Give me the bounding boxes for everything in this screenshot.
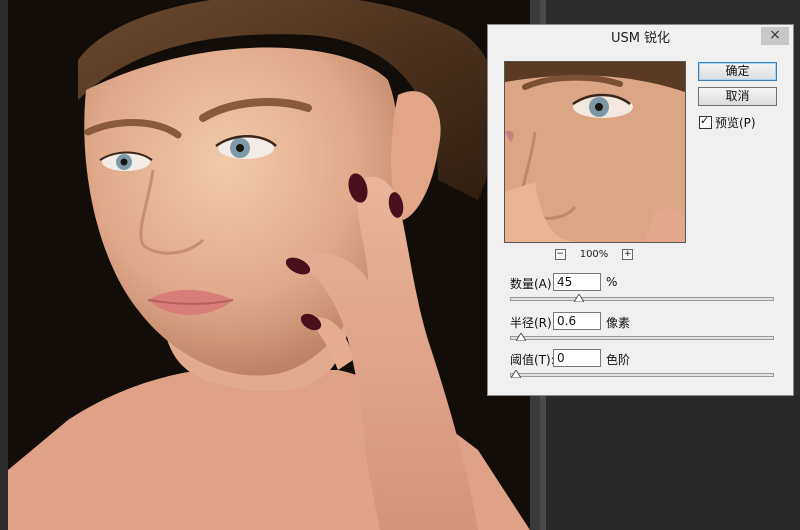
threshold-label: 阈值(T):: [510, 353, 555, 367]
preview-zoom-controls: − 100% +: [504, 247, 684, 261]
cancel-button[interactable]: 取消: [698, 87, 777, 106]
amount-unit: %: [606, 275, 618, 289]
zoom-level: 100%: [579, 248, 609, 260]
threshold-slider[interactable]: [510, 370, 774, 378]
portrait-photo: [8, 0, 530, 530]
close-button[interactable]: ×: [761, 27, 789, 45]
unsharp-mask-dialog: USM 锐化 × − 100% + 确定 取消 预览(P) 数量(A): %: [487, 24, 794, 396]
radius-unit: 像素: [606, 316, 631, 330]
dialog-title: USM 锐化: [488, 25, 793, 53]
radius-slider[interactable]: [510, 333, 774, 341]
workspace-panel: [546, 395, 800, 530]
radius-input[interactable]: [553, 312, 601, 330]
zoom-out-button[interactable]: −: [554, 248, 566, 260]
preview-checkbox-label: 预览(P): [715, 116, 756, 130]
preview-toggle[interactable]: 预览(P): [699, 114, 756, 131]
amount-input[interactable]: [553, 273, 601, 291]
preview-image: [505, 62, 685, 242]
preview-checkbox[interactable]: [699, 114, 712, 129]
document-canvas[interactable]: [8, 0, 530, 530]
zoom-in-button[interactable]: +: [622, 248, 634, 260]
threshold-input[interactable]: [553, 349, 601, 367]
filter-preview-thumbnail[interactable]: [504, 61, 686, 243]
amount-slider-thumb[interactable]: [574, 294, 584, 302]
amount-label: 数量(A):: [510, 277, 556, 291]
radius-slider-thumb[interactable]: [516, 333, 526, 341]
threshold-unit: 色阶: [606, 353, 631, 367]
amount-slider[interactable]: [510, 294, 774, 302]
ok-button[interactable]: 确定: [698, 62, 777, 81]
radius-label: 半径(R):: [510, 316, 556, 330]
threshold-slider-thumb[interactable]: [511, 370, 521, 378]
